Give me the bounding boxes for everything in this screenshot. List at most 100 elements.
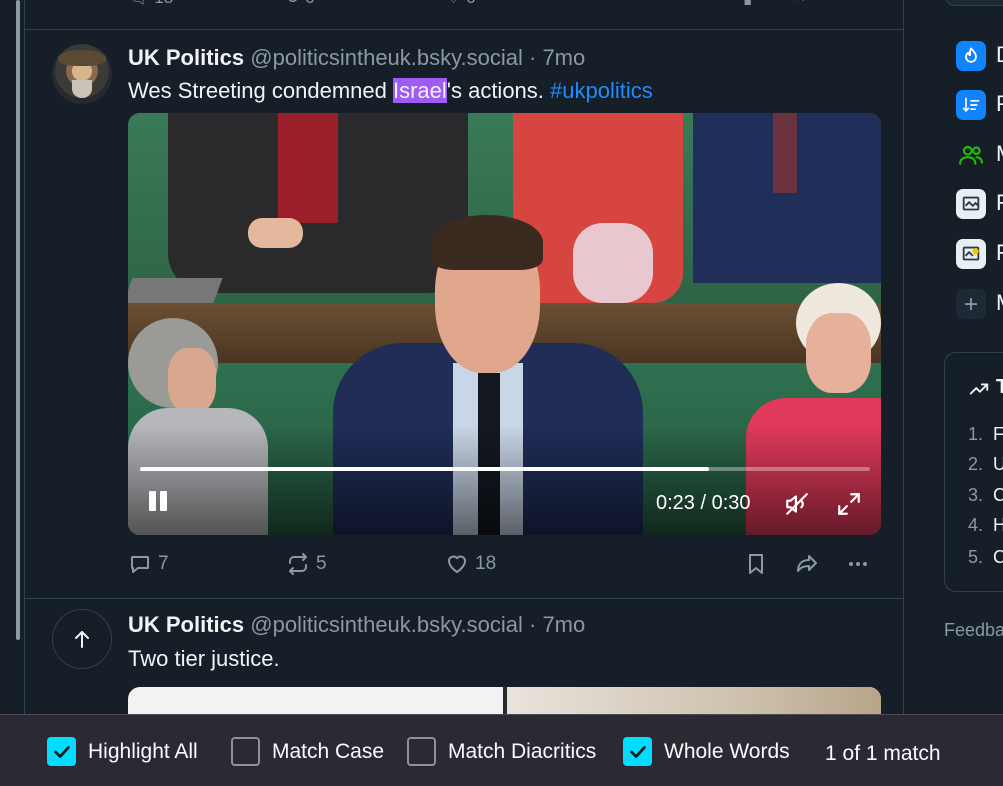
avatar[interactable] xyxy=(52,44,112,104)
search-highlight: Israel xyxy=(392,78,447,103)
whole-words-label: Whole Words xyxy=(664,739,790,763)
trending-rank: 1. xyxy=(968,424,984,444)
share-icon[interactable]: ➦ xyxy=(793,0,807,8)
sidebar-item-label[interactable]: P xyxy=(996,91,1003,117)
author-handle[interactable]: @politicsintheuk.bsky.social xyxy=(250,612,523,637)
trending-rank: 4. xyxy=(968,515,984,535)
reply-button[interactable]: 7 xyxy=(128,552,169,576)
sidebar-item-label[interactable]: M xyxy=(996,141,1003,167)
bookmark-icon xyxy=(749,554,763,574)
repost-icon xyxy=(289,553,307,575)
highlight-all-label: Highlight All xyxy=(88,739,198,763)
post-text-after: 's actions. xyxy=(446,78,551,103)
fullscreen-icon[interactable] xyxy=(836,491,862,517)
feed-image-star-icon[interactable] xyxy=(956,239,986,269)
post-text: Two tier justice. xyxy=(128,646,280,671)
repost-icon[interactable]: ↺ 6 xyxy=(286,0,314,8)
plus-icon[interactable] xyxy=(956,289,986,319)
hashtag-link[interactable]: #ukpolitics xyxy=(550,78,653,103)
post-text: Wes Streeting condemned Israel's actions… xyxy=(128,78,653,104)
bookmark-button[interactable] xyxy=(744,552,768,576)
post-item[interactable]: UK Politics @politicsintheuk.bsky.social… xyxy=(25,599,903,714)
post-item[interactable]: UK Politics @politicsintheuk.bsky.social… xyxy=(25,30,903,598)
video-frame xyxy=(693,113,881,283)
share-icon xyxy=(797,555,817,572)
like-button[interactable]: 18 xyxy=(445,552,496,576)
sidebar-item-label[interactable]: F xyxy=(996,240,1003,266)
more-icon xyxy=(849,562,867,566)
reply-count: 7 xyxy=(158,553,169,574)
checkbox-checked[interactable] xyxy=(623,737,652,766)
author-name[interactable]: UK Politics xyxy=(128,45,244,70)
trending-item[interactable]: 2. U xyxy=(968,454,1003,475)
video-progress-fill xyxy=(140,467,710,471)
trending-rank: 2. xyxy=(968,454,984,474)
discover-feed-icon[interactable] xyxy=(956,41,986,71)
repost-count: 5 xyxy=(316,553,327,574)
sidebar-item-label[interactable]: F xyxy=(996,190,1003,216)
trending-topic: C xyxy=(993,485,1003,505)
trending-topic: H xyxy=(993,515,1003,535)
trending-item[interactable]: 5. C xyxy=(968,547,1003,568)
repost-button[interactable]: 5 xyxy=(286,552,327,576)
whole-words-checkbox[interactable]: Whole Words xyxy=(623,737,790,766)
post-time[interactable]: 7mo xyxy=(542,612,585,637)
search-box[interactable] xyxy=(945,0,1003,6)
trending-topic: U xyxy=(993,454,1003,474)
post-actions: 7 5 18 xyxy=(128,552,868,582)
find-bar: Highlight All Match Case Match Diacritic… xyxy=(0,714,1003,786)
checkmark-icon xyxy=(629,745,646,758)
more-options-button[interactable] xyxy=(846,552,870,576)
checkmark-icon xyxy=(53,745,70,758)
feed-image-icon[interactable] xyxy=(956,189,986,219)
checkbox-checked[interactable] xyxy=(47,737,76,766)
heart-icon xyxy=(448,555,466,573)
like-icon[interactable]: ♡ 6 xyxy=(446,0,475,8)
match-case-checkbox[interactable]: Match Case xyxy=(231,737,384,766)
reply-icon[interactable]: 🗨 18 xyxy=(128,0,173,8)
video-shade xyxy=(128,425,881,535)
feed-border-right xyxy=(903,0,904,786)
dot-separator: · xyxy=(528,612,537,637)
trending-item[interactable]: 3. C xyxy=(968,485,1003,506)
author-name[interactable]: UK Politics xyxy=(128,612,244,637)
sidebar-item-label[interactable]: D xyxy=(996,42,1003,68)
trending-item[interactable]: 1. F xyxy=(968,424,1003,445)
author-handle[interactable]: @politicsintheuk.bsky.social xyxy=(250,45,523,70)
feedback-link[interactable]: Feedba xyxy=(944,620,1003,641)
repost-count: 6 xyxy=(305,0,314,7)
arrow-up-icon xyxy=(75,631,89,648)
sort-list-icon[interactable] xyxy=(956,90,986,120)
like-count: 18 xyxy=(475,553,497,574)
post-text-before: Wes Streeting condemned xyxy=(128,78,393,103)
pause-button[interactable] xyxy=(146,488,170,516)
share-button[interactable] xyxy=(795,552,819,576)
reply-icon xyxy=(131,556,149,573)
trending-icon xyxy=(969,383,989,395)
match-diacritics-checkbox[interactable]: Match Diacritics xyxy=(407,737,596,766)
trending-title: T xyxy=(996,376,1003,398)
checkbox-unchecked[interactable] xyxy=(231,737,260,766)
match-diacritics-label: Match Diacritics xyxy=(448,739,597,763)
sidebar-item-label[interactable]: M xyxy=(996,290,1003,316)
checkbox-unchecked[interactable] xyxy=(407,737,436,766)
left-scrollbar[interactable] xyxy=(16,0,20,640)
bookmark-icon[interactable]: ▮ xyxy=(743,0,752,8)
video-frame xyxy=(128,278,223,303)
reply-count: 18 xyxy=(154,0,173,7)
trending-rank: 3. xyxy=(968,485,984,505)
post-time[interactable]: 7mo xyxy=(542,45,585,70)
trending-item[interactable]: 4. H xyxy=(968,515,1003,536)
trending-rank: 5. xyxy=(968,547,984,567)
mute-icon[interactable] xyxy=(784,491,810,517)
video-player[interactable]: 0:23 / 0:30 xyxy=(128,113,881,535)
video-progress-bar[interactable] xyxy=(140,467,870,471)
scroll-to-top-button[interactable] xyxy=(52,609,112,669)
post-image[interactable] xyxy=(128,687,881,714)
people-icon[interactable] xyxy=(956,140,986,170)
video-frame xyxy=(248,218,303,248)
trending-topic: C xyxy=(993,547,1003,567)
trending-topic: F xyxy=(993,424,1003,444)
highlight-all-checkbox[interactable]: Highlight All xyxy=(47,737,198,766)
like-count: 6 xyxy=(466,0,475,7)
